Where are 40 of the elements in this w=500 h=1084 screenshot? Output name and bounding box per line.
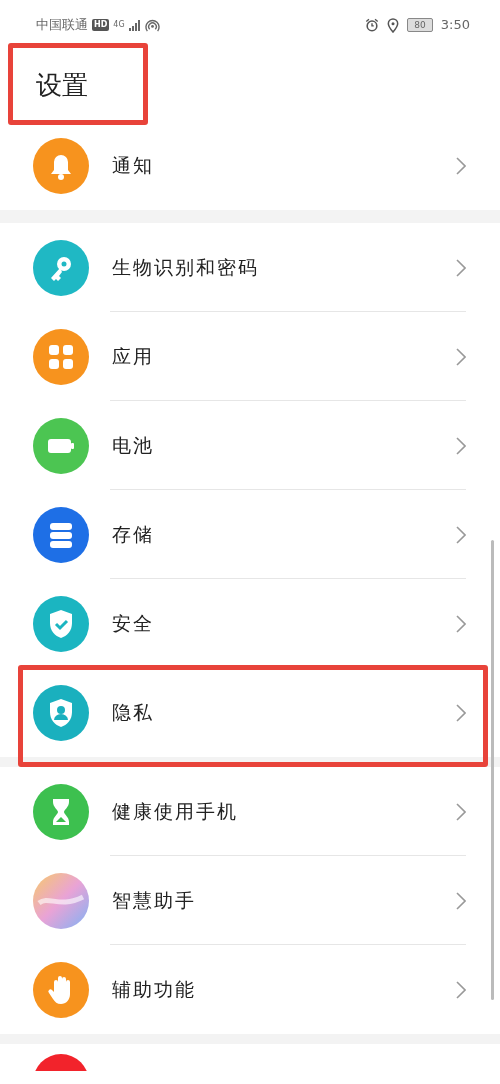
chevron-icon — [456, 347, 466, 366]
location-icon — [387, 17, 400, 33]
time-text: 3:50 — [440, 16, 470, 35]
hd-badge: HD — [92, 19, 110, 31]
signal-icon — [128, 19, 141, 31]
page-title: 设置 — [36, 69, 88, 102]
settings-row[interactable]: 智慧助手 — [0, 856, 500, 945]
chevron-icon — [456, 614, 466, 633]
setting-label: 电池 — [112, 433, 154, 459]
chevron-icon — [456, 802, 466, 821]
carrier-text: 中国联通 — [36, 16, 88, 35]
setting-label: 生物识别和密码 — [112, 255, 259, 281]
settings-row[interactable]: 存储 — [0, 490, 500, 579]
chevron-icon — [456, 525, 466, 544]
setting-label: 通知 — [112, 153, 154, 179]
alarm-icon — [365, 18, 380, 32]
settings-row[interactable]: 生物识别和密码 — [0, 223, 500, 312]
settings-row[interactable]: 健康使用手机 — [0, 767, 500, 856]
chevron-icon — [456, 980, 466, 999]
settings-row[interactable]: 通知 — [0, 121, 500, 210]
chevron-icon — [456, 436, 466, 455]
chevron-icon — [456, 891, 466, 910]
setting-label: 应用 — [112, 344, 154, 370]
settings-row[interactable]: 应用 — [0, 312, 500, 401]
setting-label: 隐私 — [112, 700, 154, 726]
chevron-icon — [456, 156, 466, 175]
settings-row[interactable]: 隐私 — [0, 668, 500, 757]
settings-row[interactable]: 电池 — [0, 401, 500, 490]
setting-label: 存储 — [112, 522, 154, 548]
battery-icon: 80 — [407, 18, 433, 32]
setting-label: 智慧助手 — [112, 888, 196, 914]
setting-label: 辅助功能 — [112, 977, 196, 1003]
settings-row[interactable]: 安全 — [0, 579, 500, 668]
setting-label: 安全 — [112, 611, 154, 637]
chevron-icon — [456, 258, 466, 277]
network-type-text: 4G — [113, 21, 125, 29]
settings-row[interactable]: 辅助功能 — [0, 945, 500, 1034]
chevron-icon — [456, 703, 466, 722]
hotspot-icon — [144, 17, 160, 33]
setting-label: 健康使用手机 — [112, 799, 238, 825]
